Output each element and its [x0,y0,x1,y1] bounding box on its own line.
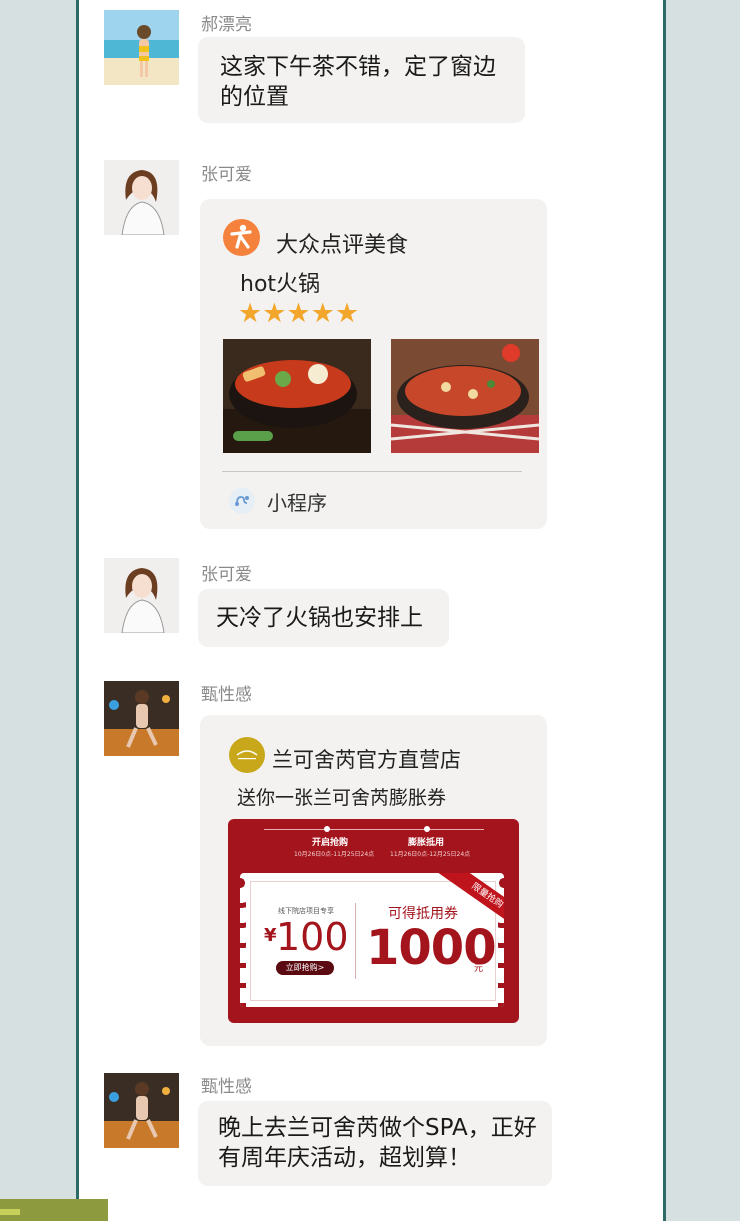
coupon-image[interactable]: 开启抢购 10月26日0点-11月25日24点 膨胀抵用 11月26日0点-12… [228,819,519,1023]
step2-title: 膨胀抵用 [408,838,445,848]
floating-widget[interactable] [0,1199,108,1221]
card-app-name: 大众点评美食 [276,233,409,258]
coupon-price: 100 [276,915,349,959]
store-logo-icon [229,737,265,773]
step1-title: 开启抢购 [312,838,349,848]
worth-unit: 元 [474,964,484,974]
coupon-subtitle: 送你一张兰可舍芮膨胀券 [237,787,447,809]
store-coupon-card[interactable]: 兰可舍芮官方直营店 送你一张兰可舍芮膨胀券 开启抢购 10月26日0点-11月2… [200,715,547,1046]
currency-symbol: ¥ [264,925,277,946]
card-shop-name: hot火锅 [240,272,321,297]
timeline-line [264,829,484,830]
store-name: 兰可舍芮官方直营店 [272,748,461,772]
mini-program-icon [229,488,255,514]
ticket-notches [240,873,246,1007]
avatar-sketch-girl[interactable] [104,558,179,633]
sender-name: 张可爱 [201,565,252,585]
avatar-bar-woman[interactable] [104,681,179,756]
sender-name: 甄性感 [201,1077,252,1097]
avatar-bar-woman[interactable] [104,1073,179,1148]
sender-name: 郝漂亮 [201,15,252,35]
star-rating: ★★★★★ [238,298,360,329]
message-bubble[interactable]: 这家下午茶不错，定了窗边的位置 [198,37,525,123]
sender-name: 张可爱 [201,165,252,185]
dianping-share-card[interactable]: 大众点评美食 hot火锅 ★★★★★ 小程序 [200,199,547,529]
step1-date: 10月26日0点-11月25日24点 [294,851,375,858]
message-text: 天冷了火锅也安排上 [216,605,423,631]
hotpot-photo-1 [223,339,371,453]
mini-program-label: 小程序 [267,491,327,515]
message-text: 这家下午茶不错，定了窗边的位置 [220,54,496,110]
step2-date: 11月26日0点-12月25日24点 [390,851,471,858]
dianping-logo-icon [223,219,260,256]
divider [222,471,522,472]
hotpot-photo-2 [391,339,539,453]
avatar-beach-girl[interactable] [104,10,179,85]
message-bubble[interactable]: 天冷了火锅也安排上 [198,589,449,647]
timeline-dot [424,826,430,832]
ticket-divider [355,903,356,979]
widget-bar [0,1209,20,1215]
buy-now-button[interactable]: 立即抢购> [276,961,334,975]
coupon-ticket: 线下院店项目专享 ¥ 100 立即抢购> 可得抵用券 1000 元 限量抢购 [240,873,504,1007]
message-bubble[interactable]: 晚上去兰可舍芮做个SPA，正好有周年庆活动，超划算！ [198,1101,552,1186]
message-text: 晚上去兰可舍芮做个SPA，正好有周年庆活动，超划算！ [218,1115,537,1171]
timeline-dot [324,826,330,832]
avatar-sketch-girl[interactable] [104,160,179,235]
sender-name: 甄性感 [201,685,252,705]
